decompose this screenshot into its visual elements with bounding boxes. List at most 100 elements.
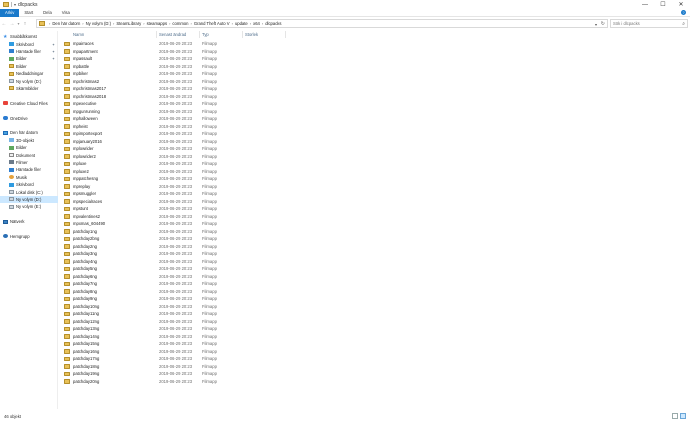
tab-home[interactable]: Start [19,9,38,17]
breadcrumb-item[interactable]: Ny volym (D:) [86,21,111,26]
table-row[interactable]: mpexecutive 2019-06-29 20:23 Filmapp [60,100,690,108]
table-row[interactable]: patchday11ng 2019-06-29 20:23 Filmapp [60,310,690,318]
nav-item[interactable]: Den här datorn [0,129,58,136]
table-row[interactable]: mpbiker 2019-06-29 20:23 Filmapp [60,70,690,78]
table-row[interactable]: mpairraces 2019-06-29 20:23 Filmapp [60,40,690,48]
up-icon[interactable]: ↑ [21,19,29,28]
table-row[interactable]: patchday6ng 2019-06-29 20:23 Filmapp [60,273,690,281]
nav-item[interactable]: Hemgrupp [0,233,58,240]
address-bar[interactable]: › Den här datorn › Ny volym (D:) › Steam… [36,19,608,28]
chevron-right-icon[interactable]: › [190,21,191,26]
nav-item[interactable]: Creative Cloud Files [0,100,58,107]
maximize-button[interactable]: ☐ [654,0,672,9]
table-row[interactable]: patchday5ng 2019-06-29 20:23 Filmapp [60,265,690,273]
table-row[interactable]: mpchristmas2018 2019-06-29 20:23 Filmapp [60,93,690,101]
nav-item[interactable]: Skärmbilder [0,85,58,92]
nav-item[interactable]: Bilder ✦ [0,55,58,62]
nav-item[interactable]: 3D-objekt [0,137,58,144]
table-row[interactable]: mpxmas_604490 2019-06-29 20:23 Filmapp [60,220,690,228]
table-row[interactable]: mpchristmas2 2019-06-29 20:23 Filmapp [60,78,690,86]
table-row[interactable]: mplowrider2 2019-06-29 20:23 Filmapp [60,153,690,161]
table-row[interactable]: mpreplay 2019-06-29 20:23 Filmapp [60,183,690,191]
nav-item[interactable]: Skrivbord [0,181,58,188]
column-divider[interactable] [242,31,243,38]
table-row[interactable]: patchday18ng 2019-06-29 20:23 Filmapp [60,363,690,371]
table-row[interactable]: patchday16ng 2019-06-29 20:23 Filmapp [60,348,690,356]
table-row[interactable]: patchday17ng 2019-06-29 20:23 Filmapp [60,355,690,363]
nav-item[interactable]: Musik [0,174,58,181]
table-row[interactable]: mpluxe 2019-06-29 20:23 Filmapp [60,160,690,168]
nav-item[interactable]: Nätverk [0,218,58,225]
table-row[interactable]: patchday7ng 2019-06-29 20:23 Filmapp [60,280,690,288]
table-row[interactable]: patchday12ng 2019-06-29 20:23 Filmapp [60,318,690,326]
chevron-right-icon[interactable]: › [113,21,114,26]
nav-item[interactable]: OneDrive [0,114,58,121]
table-row[interactable]: mpassault 2019-06-29 20:23 Filmapp [60,55,690,63]
table-row[interactable]: patchday2ng 2019-06-29 20:23 Filmapp [60,243,690,251]
quick-access-toolbar-chevron-icon[interactable]: ▾ [14,2,16,7]
nav-item[interactable]: Lokal disk (C:) [0,188,58,195]
table-row[interactable]: mpstunt 2019-06-29 20:23 Filmapp [60,205,690,213]
table-row[interactable]: mphalloween 2019-06-29 20:23 Filmapp [60,115,690,123]
help-icon[interactable]: ? [681,10,686,15]
chevron-right-icon[interactable]: › [82,21,83,26]
tab-view[interactable]: Visa [57,9,75,17]
chevron-right-icon[interactable]: › [143,21,144,26]
nav-item[interactable]: Bilder [0,63,58,70]
nav-item[interactable]: Skrivbord ✦ [0,40,58,47]
table-row[interactable]: mpimportexport 2019-06-29 20:23 Filmapp [60,130,690,138]
table-row[interactable]: mpluxe2 2019-06-29 20:23 Filmapp [60,168,690,176]
back-icon[interactable]: ← [0,19,8,28]
column-header-date[interactable]: Senast ändrad [159,31,199,38]
refresh-icon[interactable]: ↻ [601,20,605,28]
chevron-right-icon[interactable]: › [262,21,263,26]
breadcrumb-item[interactable]: dlcpacks [265,21,281,26]
chevron-right-icon[interactable]: › [232,21,233,26]
column-header-name[interactable]: Namn [73,31,157,38]
breadcrumb-item[interactable]: steamapps [147,21,167,26]
breadcrumb-item[interactable]: common [172,21,188,26]
table-row[interactable]: mpapartment 2019-06-29 20:23 Filmapp [60,48,690,56]
column-divider[interactable] [285,31,286,38]
column-divider[interactable] [199,31,200,38]
nav-item[interactable]: Hämtade filer [0,166,58,173]
table-row[interactable]: patchday8ng 2019-06-29 20:23 Filmapp [60,288,690,296]
tab-share[interactable]: Dela [38,9,57,17]
table-row[interactable]: mpvalentines2 2019-06-29 20:23 Filmapp [60,213,690,221]
nav-item[interactable]: Ny volym (D:) [0,77,58,84]
nav-item[interactable]: Hämtade filer ✦ [0,48,58,55]
address-history-chevron-icon[interactable]: ▾ [595,20,597,28]
table-row[interactable]: patchday10ng 2019-06-29 20:23 Filmapp [60,303,690,311]
nav-item[interactable]: Ny volym (D:) [0,195,58,204]
table-row[interactable]: mpheist 2019-06-29 20:23 Filmapp [60,123,690,131]
table-row[interactable]: mpgunrunning 2019-06-29 20:23 Filmapp [60,108,690,116]
nav-item[interactable]: Ny volym (E:) [0,203,58,210]
table-row[interactable]: patchday20ng 2019-06-29 20:23 Filmapp [60,378,690,386]
details-view-icon[interactable] [672,413,678,419]
table-row[interactable]: patchday2bng 2019-06-29 20:23 Filmapp [60,235,690,243]
table-row[interactable]: patchday4ng 2019-06-29 20:23 Filmapp [60,258,690,266]
search-input[interactable]: Sök i dlcpacks ⌕ [610,19,688,28]
forward-icon[interactable]: → [8,19,16,28]
table-row[interactable]: mppatchesng 2019-06-29 20:23 Filmapp [60,175,690,183]
breadcrumb-item[interactable]: SteamLibrary [116,21,141,26]
table-row[interactable]: mpspecialraces 2019-06-29 20:23 Filmapp [60,198,690,206]
table-row[interactable]: mpjanuary2016 2019-06-29 20:23 Filmapp [60,138,690,146]
breadcrumb-item[interactable]: x64 [253,21,260,26]
column-divider[interactable] [156,31,157,38]
table-row[interactable]: patchday19ng 2019-06-29 20:23 Filmapp [60,370,690,378]
table-row[interactable]: patchday14ng 2019-06-29 20:23 Filmapp [60,333,690,341]
table-row[interactable]: mpchristmas2017 2019-06-29 20:23 Filmapp [60,85,690,93]
close-button[interactable]: ✕ [672,0,690,9]
table-row[interactable]: mpbattle 2019-06-29 20:23 Filmapp [60,63,690,71]
minimize-button[interactable]: — [636,0,654,9]
table-row[interactable]: patchday13ng 2019-06-29 20:23 Filmapp [60,325,690,333]
table-row[interactable]: patchday3ng 2019-06-29 20:23 Filmapp [60,250,690,258]
tab-file[interactable]: Arkiv [0,8,20,17]
column-header-type[interactable]: Typ [202,31,242,38]
nav-item[interactable]: Bilder [0,144,58,151]
chevron-right-icon[interactable]: › [169,21,170,26]
nav-item[interactable]: Filmer [0,159,58,166]
chevron-right-icon[interactable]: › [250,21,251,26]
table-row[interactable]: mpsmuggler 2019-06-29 20:23 Filmapp [60,190,690,198]
